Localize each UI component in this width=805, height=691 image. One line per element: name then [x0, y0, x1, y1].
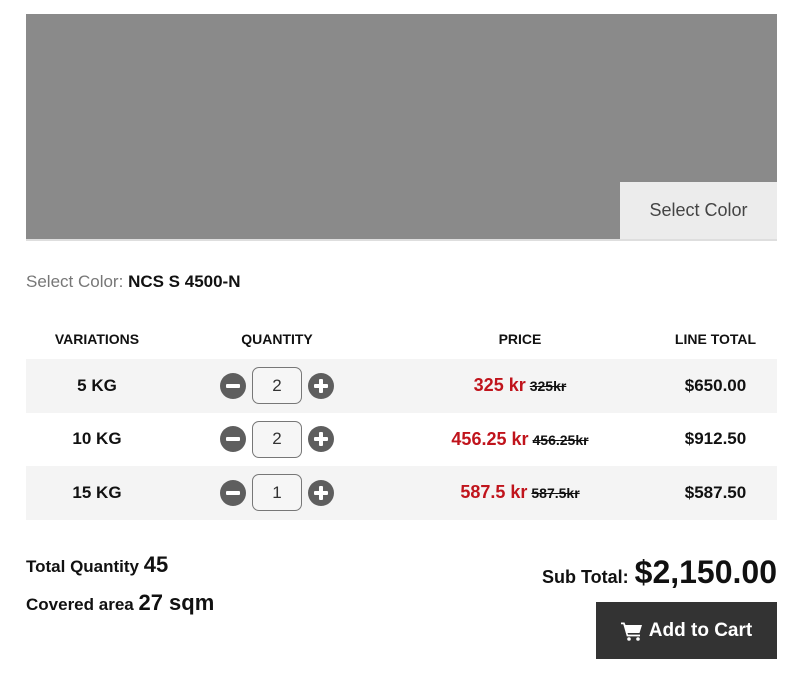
- total-quantity: Total Quantity 45: [26, 552, 214, 578]
- decrement-button[interactable]: [220, 372, 246, 399]
- quantity-cell: [168, 359, 386, 413]
- variation-cell: 10 KG: [72, 429, 122, 449]
- quantity-stepper: [220, 420, 334, 458]
- header-line-total: LINE TOTAL: [674, 330, 757, 347]
- swatch-divider: [26, 239, 777, 241]
- table-header-row: VARIATIONS QUANTITY PRICE LINE TOTAL: [26, 318, 777, 359]
- total-quantity-label: Total Quantity: [26, 557, 140, 576]
- covered-area-label: Covered area: [26, 595, 134, 614]
- decrement-button[interactable]: [220, 426, 246, 453]
- covered-area-value: 27 sqm: [138, 590, 215, 615]
- line-total-cell: $587.50: [654, 466, 777, 520]
- increment-button[interactable]: [308, 479, 334, 506]
- subtotal-value: $2,150.00: [634, 554, 777, 590]
- quantity-cell: [168, 466, 386, 520]
- table-row: 10 KG 456.25 kr456.25kr $912.50: [26, 413, 777, 467]
- plus-icon-vertical: [319, 485, 323, 500]
- line-total-cell: $912.50: [684, 429, 747, 449]
- variation-cell: 5 KG: [26, 359, 168, 413]
- minus-icon: [226, 383, 240, 388]
- plus-icon-vertical: [319, 432, 323, 447]
- header-quantity: QUANTITY: [241, 330, 313, 347]
- decrement-button[interactable]: [220, 479, 246, 506]
- totals-summary: Total Quantity 45 Covered area 27 sqm: [26, 552, 214, 628]
- price-cell: 456.25 kr 456.25kr: [386, 413, 654, 467]
- quantity-stepper: [220, 474, 334, 512]
- color-swatch-preview: Select Color: [26, 14, 777, 239]
- quantity-input[interactable]: [252, 367, 302, 405]
- line-total-cell: $650.00: [654, 359, 777, 413]
- table-row: 15 KG 587.5 kr587.5kr $587.50: [26, 466, 777, 520]
- original-price: 587.5kr: [531, 485, 580, 502]
- cart-icon: [620, 622, 642, 641]
- selected-color-line: Select Color: NCS S 4500-N: [26, 272, 241, 292]
- subtotal-label: Sub Total:: [541, 567, 629, 587]
- sale-price: 587.5 kr: [460, 482, 528, 503]
- quantity-input[interactable]: [252, 474, 302, 512]
- minus-icon: [226, 490, 240, 495]
- original-price: 456.25kr: [532, 431, 589, 448]
- selected-color-value: NCS S 4500-N: [128, 272, 241, 291]
- increment-button[interactable]: [308, 426, 334, 453]
- add-to-cart-label: Add to Cart: [648, 619, 753, 641]
- table-row: 5 KG 325 kr325kr $650.00: [26, 359, 777, 413]
- covered-area: Covered area 27 sqm: [26, 590, 214, 616]
- header-price: PRICE: [498, 330, 542, 347]
- price-cell: 325 kr 325kr: [386, 359, 654, 413]
- minus-icon: [226, 437, 240, 442]
- variations-table: VARIATIONS QUANTITY PRICE LINE TOTAL 5 K…: [26, 318, 777, 520]
- total-quantity-value: 45: [143, 552, 169, 577]
- original-price: 325kr: [529, 378, 567, 395]
- quantity-cell: [168, 413, 386, 467]
- subtotal: Sub Total: $2,150.00: [542, 554, 777, 591]
- quantity-stepper: [220, 367, 334, 405]
- add-to-cart-button[interactable]: Add to Cart: [596, 602, 777, 659]
- variation-cell: 15 KG: [26, 466, 168, 520]
- increment-button[interactable]: [308, 372, 334, 399]
- sale-price: 456.25 kr: [451, 428, 529, 449]
- plus-icon-vertical: [319, 378, 323, 393]
- sale-price: 325 kr: [473, 375, 526, 396]
- header-variations: VARIATIONS: [54, 330, 140, 347]
- selected-color-label: Select Color:: [26, 272, 124, 291]
- price-cell: 587.5 kr 587.5kr: [386, 466, 654, 520]
- select-color-button[interactable]: Select Color: [620, 182, 777, 239]
- quantity-input[interactable]: [252, 420, 302, 458]
